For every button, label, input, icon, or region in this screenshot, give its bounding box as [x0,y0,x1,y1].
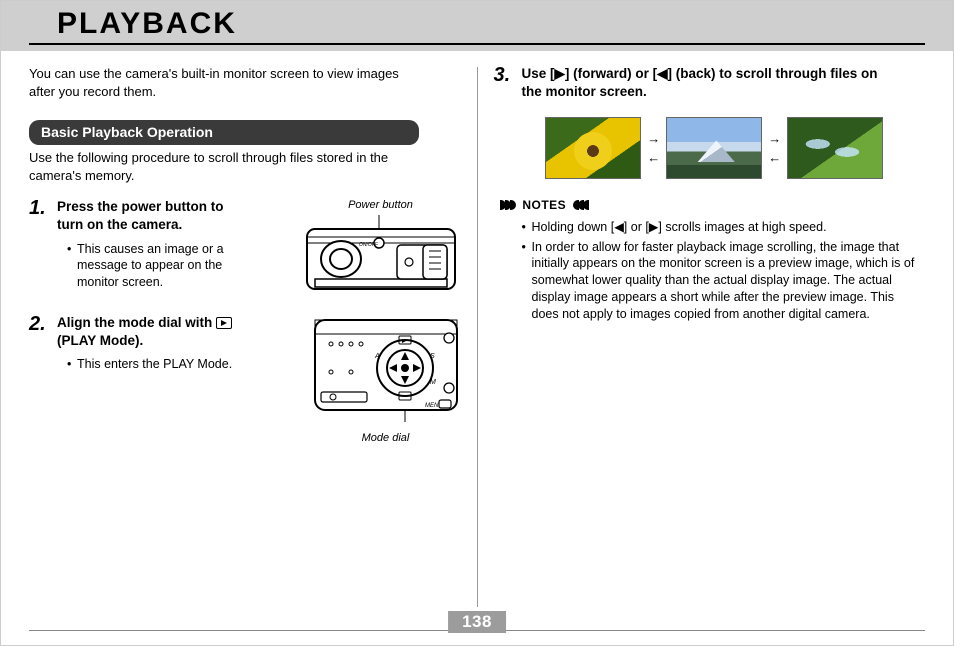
svg-text:M: M [430,379,436,386]
play-mode-icon [216,317,232,329]
step-3-number: 3. [494,65,522,107]
diagram-power-button: Power button ON/OFF [301,198,461,306]
notes-ornament-left [500,198,515,214]
step-1-number: 1. [29,198,57,294]
step-1-row: 1. Press the power button to turn on the… [29,198,461,306]
step-2-bullet: This enters the PLAY Mode. [67,356,247,373]
step-3-title: Use [▶] (forward) or [◀] (back) to scrol… [522,65,902,101]
note-1: Holding down [◀] or [▶] scrolls images a… [522,219,922,236]
footer: 138 [1,630,953,631]
thumbnail-strip: →← →← [504,117,926,179]
step-2-title: Align the mode dial with (PLAY Mode). [57,314,237,350]
manual-page: PLAYBACK You can use the camera's built-… [0,0,954,646]
thumb-dragonfly [787,117,883,179]
diagram-label-mode-dial: Mode dial [311,431,461,446]
notes-block: NOTES Holding down [◀] or [▶] scrolls im… [494,197,926,322]
thumb-mountain [666,117,762,179]
intro-text: You can use the camera's built-in monito… [29,65,419,100]
step-2-number: 2. [29,314,57,376]
notes-label: NOTES [522,198,566,212]
section-subtext: Use the following procedure to scroll th… [29,149,429,184]
camera-top-illustration: ON/OFF [301,215,461,301]
notes-ornament-right [574,198,589,214]
arrow-pair-2: →← [768,130,781,167]
diagram-label-power: Power button [301,198,461,213]
step-1-title: Press the power button to turn on the ca… [57,198,237,234]
svg-text:A: A [374,353,380,360]
step-1-bullet: This causes an image or a message to app… [67,241,247,292]
section-header: Basic Playback Operation [29,120,419,145]
thumb-flower [545,117,641,179]
step-2-title-pre: Align the mode dial with [57,315,216,330]
body-columns: You can use the camera's built-in monito… [1,51,953,607]
arrow-pair-1: →← [647,130,660,167]
title-rule: PLAYBACK [29,5,925,45]
svg-text:S: S [430,353,435,360]
right-column: 3. Use [▶] (forward) or [◀] (back) to sc… [478,65,926,607]
svg-text:ON/OFF: ON/OFF [359,242,379,248]
camera-back-illustration: S M A MENU [311,314,461,424]
notes-header: NOTES [500,197,926,214]
step-2-title-post: (PLAY Mode). [57,333,143,348]
title-bar: PLAYBACK [1,1,953,51]
left-column: You can use the camera's built-in monito… [29,65,477,607]
page-number: 138 [448,611,506,633]
step-2-row: 2. Align the mode dial with (PLAY Mode).… [29,314,461,446]
diagram-mode-dial: S M A MENU Mode dial [311,314,461,446]
page-title: PLAYBACK [29,5,925,41]
note-2: In order to allow for faster playback im… [522,239,922,323]
